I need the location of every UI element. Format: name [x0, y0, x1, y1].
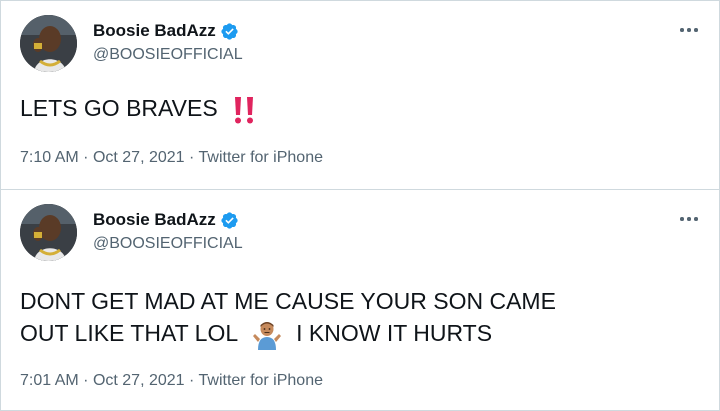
- verified-badge-icon: [221, 22, 238, 40]
- handle[interactable]: @BOOSIEOFFICIAL: [93, 235, 243, 253]
- tweet-text-part: I KNOW IT HURTS: [296, 320, 493, 346]
- meta-separator: ·: [189, 149, 195, 166]
- tweet-text-part: OUT LIKE THAT LOL: [20, 320, 238, 346]
- tweet-1: Boosie BadAzz @BOOSIEOFFICIAL LETS GO BR…: [1, 1, 719, 189]
- author-row: Boosie BadAzz: [93, 21, 239, 41]
- double-exclamation-icon: [235, 96, 254, 124]
- tweet-source[interactable]: Twitter for iPhone: [199, 372, 324, 389]
- tweet-text: LETS GO BRAVES: [20, 92, 256, 125]
- tweet-source[interactable]: Twitter for iPhone: [199, 149, 324, 166]
- display-name[interactable]: Boosie BadAzz: [93, 210, 216, 230]
- tweet-text: DONT GET MAD AT ME CAUSE YOUR SON CAME O…: [20, 285, 556, 350]
- tweet-date[interactable]: Oct 27, 2021: [93, 372, 185, 389]
- author-row: Boosie BadAzz: [93, 210, 239, 230]
- tweet-time[interactable]: 7:01 AM: [20, 372, 79, 389]
- man-shrugging-icon: [252, 321, 281, 350]
- meta-separator: ·: [83, 372, 89, 389]
- avatar-image: [20, 15, 77, 72]
- tweet-date[interactable]: Oct 27, 2021: [93, 149, 185, 166]
- tweet-2: Boosie BadAzz @BOOSIEOFFICIAL DONT GET M…: [1, 190, 719, 410]
- tweet-time[interactable]: 7:10 AM: [20, 149, 79, 166]
- display-name[interactable]: Boosie BadAzz: [93, 21, 216, 41]
- handle[interactable]: @BOOSIEOFFICIAL: [93, 46, 243, 64]
- meta-separator: ·: [189, 372, 195, 389]
- tweet-screenshot: Boosie BadAzz @BOOSIEOFFICIAL LETS GO BR…: [0, 0, 720, 411]
- avatar[interactable]: [20, 15, 77, 72]
- tweet-text-line-1: DONT GET MAD AT ME CAUSE YOUR SON CAME: [20, 288, 556, 314]
- tweet-text-line-2: OUT LIKE THAT LOL I KNOW IT HURTS: [20, 317, 556, 350]
- tweet-text-content: LETS GO BRAVES: [20, 95, 218, 121]
- avatar[interactable]: [20, 204, 77, 261]
- avatar-image: [20, 204, 77, 261]
- tweet-meta: 7:01 AM · Oct 27, 2021 · Twitter for iPh…: [20, 372, 323, 390]
- more-options-icon[interactable]: [677, 21, 701, 37]
- meta-separator: ·: [83, 149, 89, 166]
- verified-badge-icon: [221, 211, 238, 229]
- tweet-meta: 7:10 AM · Oct 27, 2021 · Twitter for iPh…: [20, 149, 323, 167]
- more-options-icon[interactable]: [677, 210, 701, 226]
